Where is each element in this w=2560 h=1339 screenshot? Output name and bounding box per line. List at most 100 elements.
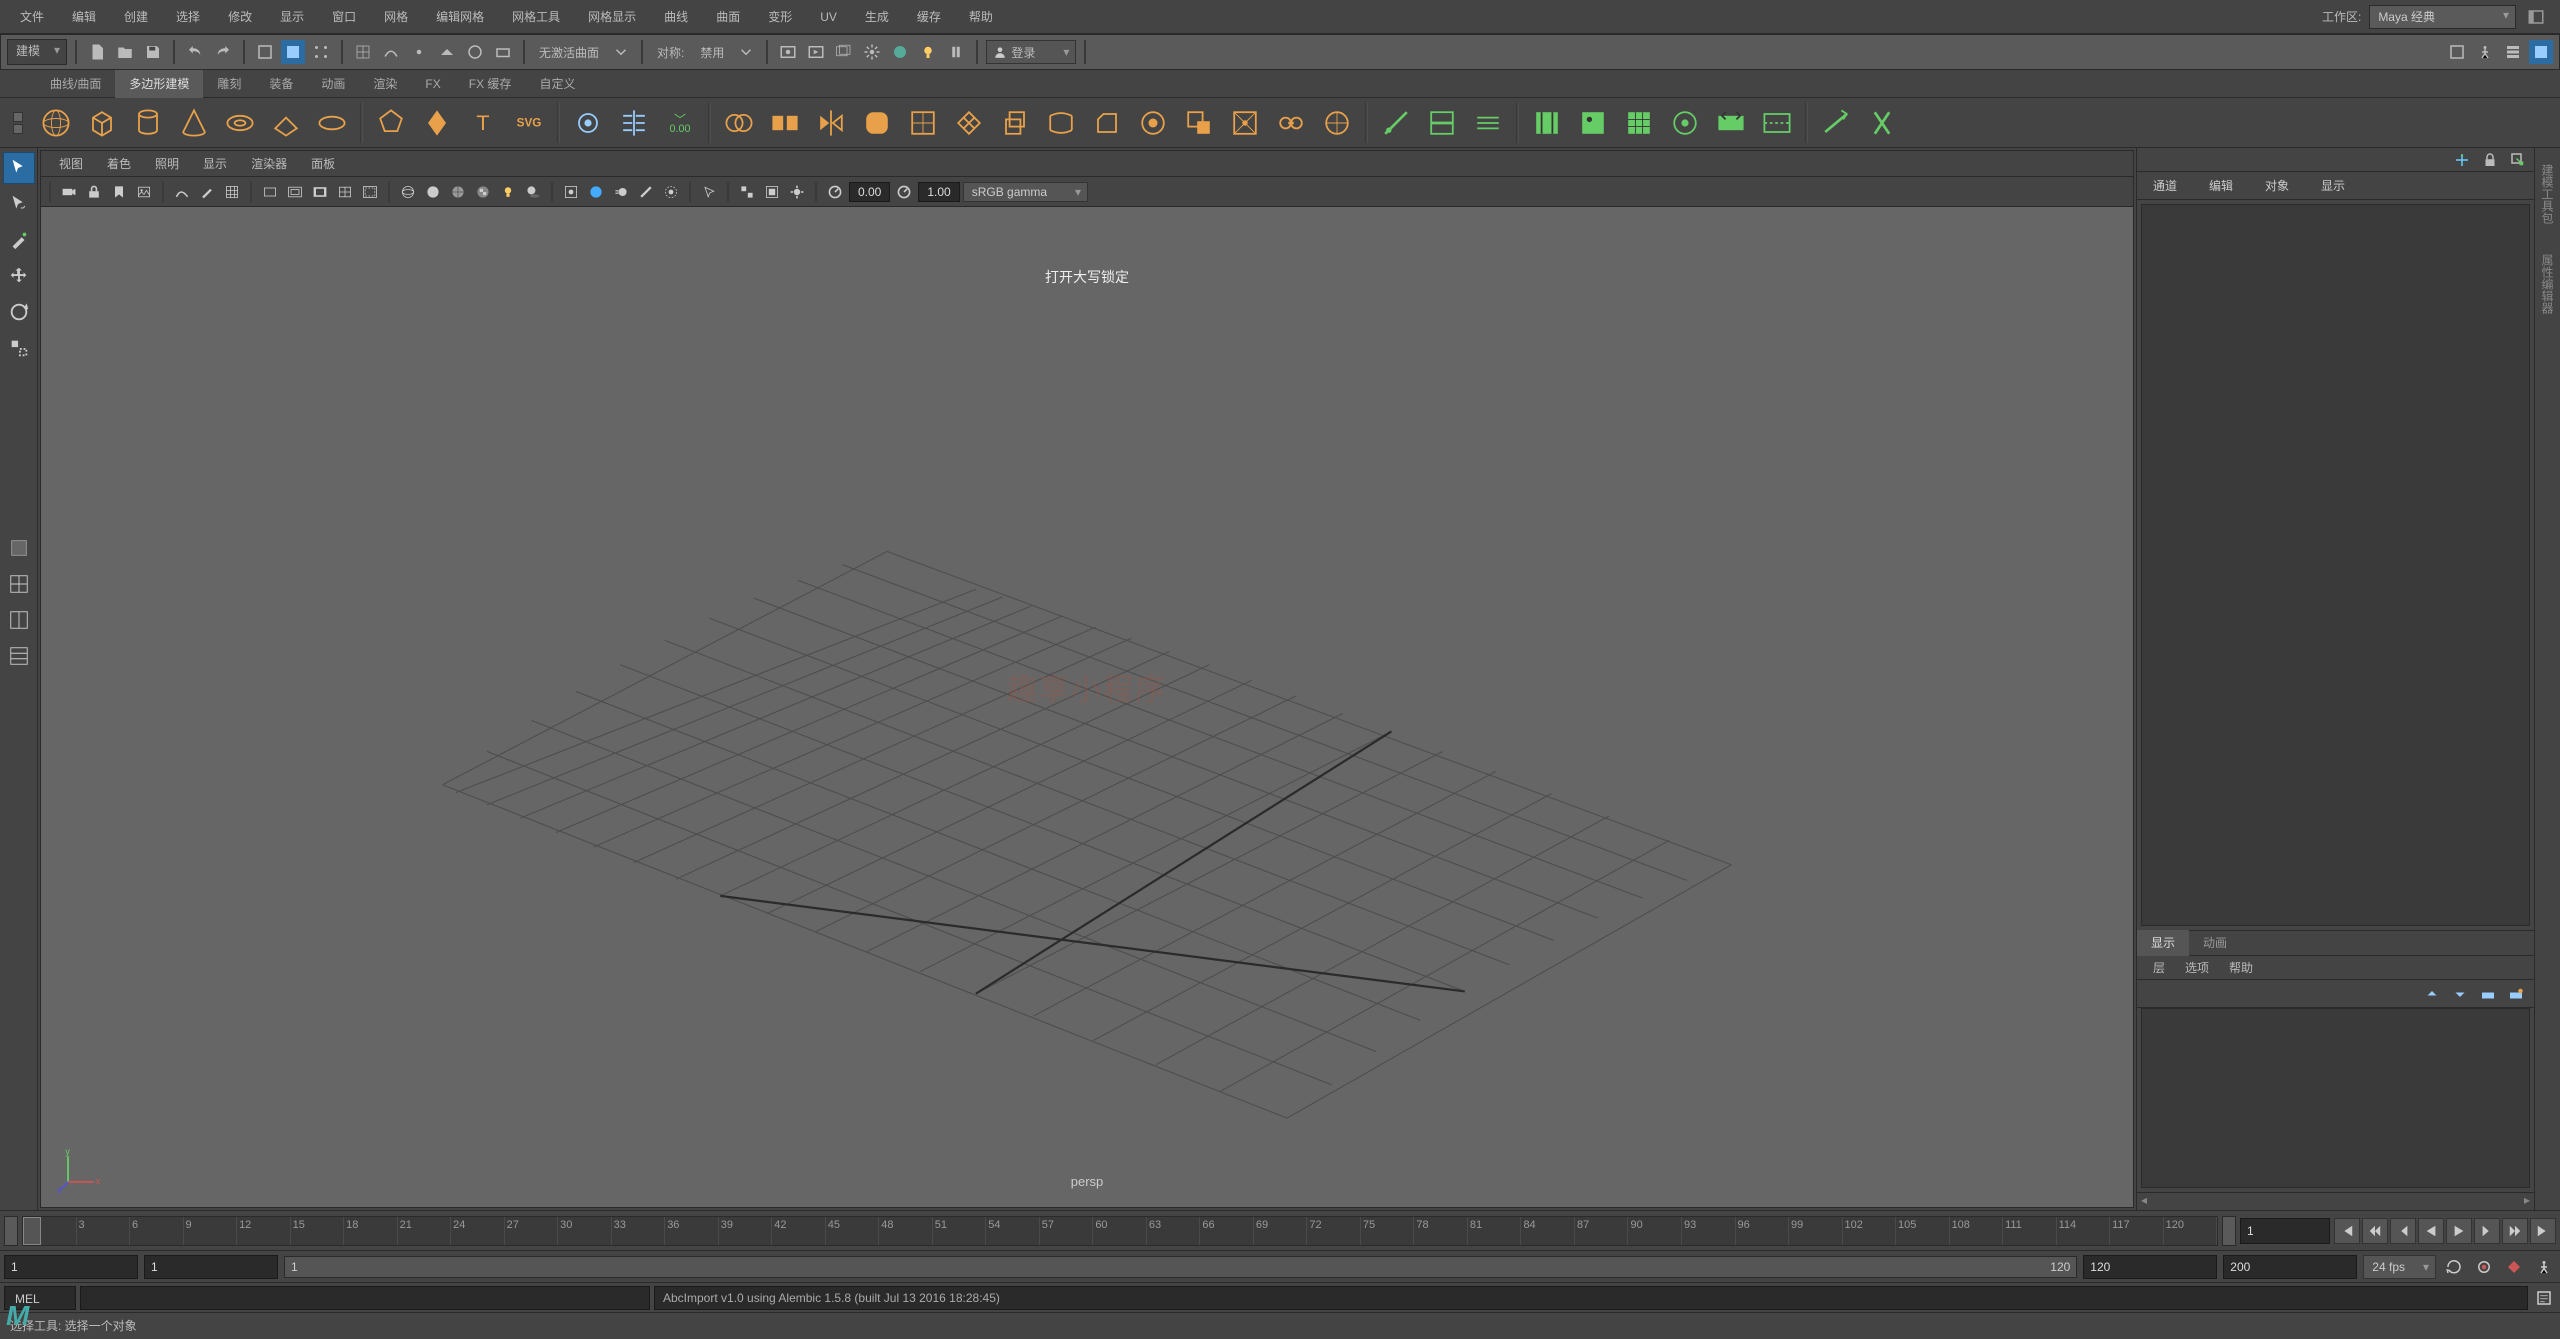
- xray-joints-icon[interactable]: [736, 181, 758, 203]
- resolution-gate-icon[interactable]: [284, 181, 306, 203]
- insert-edgeloop-icon[interactable]: [1420, 101, 1464, 145]
- shelf-tab-sculpt[interactable]: 雕刻: [203, 70, 255, 98]
- image-plane-icon[interactable]: [133, 181, 155, 203]
- toggle-attribute-editor-icon[interactable]: [2501, 40, 2525, 64]
- fill-hole-icon[interactable]: [1131, 101, 1175, 145]
- layer-new-selected-icon[interactable]: [2504, 982, 2528, 1006]
- camera-lock-icon[interactable]: [83, 181, 105, 203]
- popout-panel-icon[interactable]: [2506, 148, 2530, 172]
- 2d-pan-icon[interactable]: [171, 181, 193, 203]
- render-pause-icon[interactable]: [944, 40, 968, 64]
- dof-icon[interactable]: [660, 181, 682, 203]
- reverse-normals-icon[interactable]: [1860, 101, 1904, 145]
- shelf-tab-fxcache[interactable]: FX 缓存: [455, 70, 526, 98]
- layer-move-down-icon[interactable]: [2448, 982, 2472, 1006]
- shelf-tab-fx[interactable]: FX: [411, 70, 454, 98]
- step-forward-key-icon[interactable]: [2502, 1218, 2528, 1244]
- snap-view-icon[interactable]: [491, 40, 515, 64]
- vp-menu-view[interactable]: 视图: [47, 151, 95, 177]
- select-object-icon[interactable]: [281, 40, 305, 64]
- shelf-tab-animation[interactable]: 动画: [307, 70, 359, 98]
- layout-2-icon[interactable]: [3, 604, 35, 636]
- crease-tool-icon[interactable]: [1525, 101, 1569, 145]
- open-scene-icon[interactable]: [113, 40, 137, 64]
- soft-select-icon[interactable]: [566, 101, 610, 145]
- current-frame-field[interactable]: 1: [2240, 1218, 2330, 1244]
- vp-menu-panels[interactable]: 面板: [299, 151, 347, 177]
- menu-uv[interactable]: UV: [806, 0, 851, 34]
- shelf-tab-custom[interactable]: 自定义: [525, 70, 589, 98]
- sculpt-geometry-icon[interactable]: [1571, 101, 1615, 145]
- side-tab-toolkit[interactable]: 建模工具包: [2537, 154, 2558, 234]
- lasso-tool[interactable]: [3, 188, 35, 220]
- tab-display[interactable]: 显示: [2305, 172, 2361, 200]
- gamma-dial-icon[interactable]: [893, 181, 915, 203]
- shelf-options-toggle[interactable]: [4, 98, 32, 147]
- create-plane-icon[interactable]: [264, 101, 308, 145]
- exposure-dial-icon[interactable]: [824, 181, 846, 203]
- append-poly-icon[interactable]: [1177, 101, 1221, 145]
- select-hierarchy-icon[interactable]: [253, 40, 277, 64]
- play-backward-icon[interactable]: [2418, 1218, 2444, 1244]
- menu-file[interactable]: 文件: [6, 0, 58, 34]
- shelf-tab-curves[interactable]: 曲线/曲面: [36, 70, 115, 98]
- symmetry-dropdown-icon[interactable]: [734, 40, 758, 64]
- symmetry-value[interactable]: 禁用: [694, 44, 730, 61]
- create-disc-icon[interactable]: [310, 101, 354, 145]
- exposure-icon[interactable]: [786, 181, 808, 203]
- current-time-marker[interactable]: [23, 1217, 41, 1245]
- render-sequence-icon[interactable]: [832, 40, 856, 64]
- mirror-geometry-icon[interactable]: [809, 101, 853, 145]
- menu-window[interactable]: 窗口: [318, 0, 370, 34]
- extrude-icon[interactable]: [993, 101, 1037, 145]
- range-slider-thumb[interactable]: 1 120: [285, 1257, 2076, 1277]
- safe-action-icon[interactable]: [359, 181, 381, 203]
- auto-key-icon[interactable]: [2472, 1255, 2496, 1279]
- collapse-icon[interactable]: [1223, 101, 1267, 145]
- ao-icon[interactable]: [585, 181, 607, 203]
- fps-selector[interactable]: 24 fps: [2363, 1255, 2436, 1279]
- layer-menu-options[interactable]: 选项: [2175, 956, 2219, 980]
- gamma-value[interactable]: 1.00: [918, 182, 959, 202]
- undo-icon[interactable]: [183, 40, 207, 64]
- bridge-icon[interactable]: [1039, 101, 1083, 145]
- step-back-icon[interactable]: [2390, 1218, 2416, 1244]
- ipr-render-icon[interactable]: [804, 40, 828, 64]
- shaded-wireframe-icon[interactable]: [447, 181, 469, 203]
- snap-point-icon[interactable]: [407, 40, 431, 64]
- perspective-viewport[interactable]: 打开大写锁定 趣享小程序 persp y x z: [41, 207, 2133, 1207]
- menu-cache[interactable]: 缓存: [903, 0, 955, 34]
- create-svg-icon[interactable]: SVG: [507, 101, 551, 145]
- layer-move-up-icon[interactable]: [2420, 982, 2444, 1006]
- subdivide-icon[interactable]: [901, 101, 945, 145]
- quad-draw-icon[interactable]: [1617, 101, 1661, 145]
- menu-create[interactable]: 创建: [110, 0, 162, 34]
- menu-help[interactable]: 帮助: [955, 0, 1007, 34]
- menu-surface[interactable]: 曲面: [702, 0, 754, 34]
- layer-scrollbar[interactable]: [2137, 1192, 2534, 1210]
- menu-edit[interactable]: 编辑: [58, 0, 110, 34]
- select-tool[interactable]: [3, 152, 35, 184]
- toggle-human-ik-icon[interactable]: [2473, 40, 2497, 64]
- view-transform-selector[interactable]: sRGB gamma: [963, 182, 1088, 202]
- create-platonic-icon[interactable]: [369, 101, 413, 145]
- toggle-channel-box-icon[interactable]: [2529, 40, 2553, 64]
- menu-display[interactable]: 显示: [266, 0, 318, 34]
- workspace-sidebar-icon[interactable]: [2524, 5, 2548, 29]
- menu-generate[interactable]: 生成: [851, 0, 903, 34]
- layer-menu-layers[interactable]: 层: [2143, 956, 2175, 980]
- isolate-select-icon[interactable]: [560, 181, 582, 203]
- time-slider-track[interactable]: 1369121518212427303336394245485154576063…: [22, 1216, 2218, 1246]
- select-component-icon[interactable]: [309, 40, 333, 64]
- slide-edge-icon[interactable]: [1709, 101, 1753, 145]
- go-to-end-icon[interactable]: [2530, 1218, 2556, 1244]
- menu-curve[interactable]: 曲线: [650, 0, 702, 34]
- anim-end-field[interactable]: 200: [2223, 1255, 2357, 1279]
- camera-bookmark-icon[interactable]: [108, 181, 130, 203]
- snap-curve-icon[interactable]: [379, 40, 403, 64]
- menu-select[interactable]: 选择: [162, 0, 214, 34]
- light-editor-icon[interactable]: [916, 40, 940, 64]
- save-scene-icon[interactable]: [141, 40, 165, 64]
- step-back-key-icon[interactable]: [2362, 1218, 2388, 1244]
- exposure-value[interactable]: 0.00: [849, 182, 890, 202]
